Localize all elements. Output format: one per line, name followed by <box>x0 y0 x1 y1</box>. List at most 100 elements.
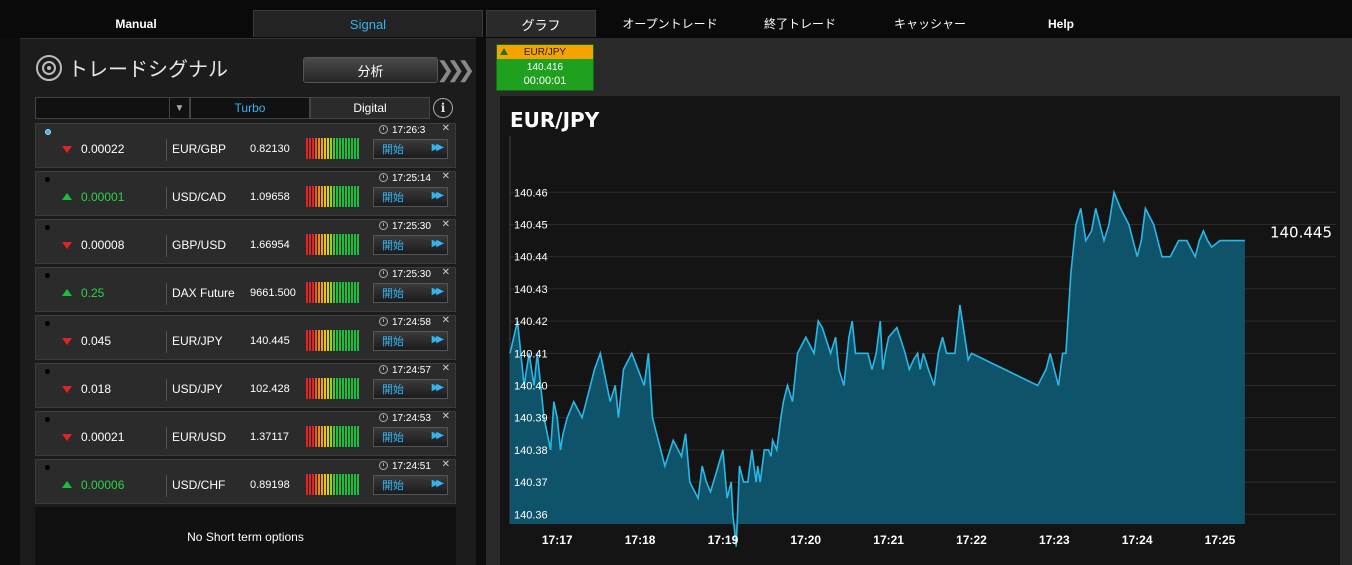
fast-forward-icon: ▶▶ <box>431 238 445 249</box>
strength-bar <box>324 426 326 447</box>
close-icon[interactable]: ✕ <box>442 171 450 182</box>
chart-title: EUR/JPY <box>510 108 600 132</box>
signal-row[interactable]: 17:25:30 ✕ 0.25 DAX Future 9661.500 開始 ▶▶ <box>35 267 456 312</box>
clock-icon <box>379 269 388 278</box>
down-arrow-icon <box>62 146 72 153</box>
fast-forward-icon: ▶▶ <box>431 430 445 441</box>
info-icon[interactable]: i <box>433 98 453 118</box>
status-dot <box>45 321 50 326</box>
strength-bar <box>354 138 356 159</box>
panel-title: トレードシグナル <box>36 53 228 82</box>
open-trade-button[interactable]: 開始 ▶▶ <box>373 187 448 207</box>
signal-row[interactable]: 17:25:30 ✕ 0.00008 GBP/USD 1.66954 開始 ▶▶ <box>35 219 456 264</box>
strength-bar <box>315 426 317 447</box>
asset-tile[interactable]: EUR/JPY 140.416 00:00:01 <box>496 44 594 91</box>
strength-bar <box>348 426 350 447</box>
open-trade-button[interactable]: 開始 ▶▶ <box>373 475 448 495</box>
tab-help[interactable]: Help <box>1035 10 1087 37</box>
chevron-down-icon: ▼ <box>169 98 189 118</box>
strength-meter <box>306 186 359 207</box>
strength-bar <box>321 186 323 207</box>
analyze-button[interactable]: 分析 <box>303 57 438 83</box>
close-icon[interactable]: ✕ <box>442 315 450 326</box>
open-trade-button[interactable]: 開始 ▶▶ <box>373 139 448 159</box>
open-trade-button[interactable]: 開始 ▶▶ <box>373 427 448 447</box>
strength-bar <box>318 138 320 159</box>
tab-manual[interactable]: Manual <box>96 10 176 37</box>
fast-forward-icon: ▶▶ <box>431 334 445 345</box>
signal-row[interactable]: 17:26:3 ✕ 0.00022 EUR/GBP 0.82130 開始 ▶▶ <box>35 123 456 168</box>
tab-turbo[interactable]: Turbo <box>190 97 310 119</box>
strength-bar <box>315 186 317 207</box>
signal-price: 140.445 <box>250 335 290 347</box>
strength-meter <box>306 426 359 447</box>
signal-time: 17:24:57 <box>392 365 431 376</box>
strength-bar <box>333 330 335 351</box>
close-icon[interactable]: ✕ <box>442 123 450 134</box>
strength-meter <box>306 138 359 159</box>
signal-row[interactable]: 17:24:57 ✕ 0.018 USD/JPY 102.428 開始 ▶▶ <box>35 363 456 408</box>
y-tick-label: 140.40 <box>514 381 548 393</box>
y-tick-label: 140.41 <box>514 348 548 360</box>
tab-digital[interactable]: Digital <box>310 97 430 119</box>
last-value-label: 140.445 <box>1270 224 1332 242</box>
signal-time: 17:24:51 <box>392 461 431 472</box>
strength-bar <box>330 330 332 351</box>
signal-pair: GBP/USD <box>172 238 227 252</box>
tab-graph[interactable]: グラフ <box>486 10 596 37</box>
signal-time: 17:25:30 <box>392 269 431 280</box>
strength-bar <box>351 426 353 447</box>
open-trade-button[interactable]: 開始 ▶▶ <box>373 331 448 351</box>
strength-bar <box>345 330 347 351</box>
signal-row[interactable]: 17:24:53 ✕ 0.00021 EUR/USD 1.37117 開始 ▶▶ <box>35 411 456 456</box>
close-icon[interactable]: ✕ <box>442 219 450 230</box>
strength-bar <box>309 474 311 495</box>
signal-row[interactable]: 17:25:14 ✕ 0.00001 USD/CAD 1.09658 開始 ▶▶ <box>35 171 456 216</box>
strength-bar <box>348 330 350 351</box>
strength-bar <box>345 138 347 159</box>
y-tick-label: 140.39 <box>514 413 548 425</box>
strength-bar <box>336 186 338 207</box>
strength-bar <box>339 186 341 207</box>
strength-bar <box>312 474 314 495</box>
tab-cashier[interactable]: キャッシャー <box>890 10 970 37</box>
strength-bar <box>309 426 311 447</box>
strength-bar <box>345 474 347 495</box>
close-icon[interactable]: ✕ <box>442 459 450 470</box>
strength-bar <box>309 282 311 303</box>
strength-bar <box>351 474 353 495</box>
tab-closed-trades[interactable]: 終了トレード <box>760 10 840 37</box>
strength-bar <box>348 138 350 159</box>
signal-strike: 0.00021 <box>81 430 125 444</box>
close-icon[interactable]: ✕ <box>442 411 450 422</box>
x-tick-label: 17:23 <box>1039 533 1070 547</box>
status-dot <box>45 465 50 470</box>
signal-pair: EUR/JPY <box>172 334 223 348</box>
y-tick-label: 140.45 <box>514 220 548 232</box>
strength-bar <box>336 378 338 399</box>
signal-row[interactable]: 17:24:51 ✕ 0.00006 USD/CHF 0.89198 開始 ▶▶ <box>35 459 456 504</box>
open-trade-button[interactable]: 開始 ▶▶ <box>373 235 448 255</box>
strength-bar <box>321 330 323 351</box>
close-icon[interactable]: ✕ <box>442 267 450 278</box>
asset-filter-select[interactable]: ▼ <box>35 97 190 119</box>
strength-meter <box>306 282 359 303</box>
strength-bar <box>312 138 314 159</box>
close-icon[interactable]: ✕ <box>442 363 450 374</box>
strength-bar <box>315 234 317 255</box>
down-arrow-icon <box>62 434 72 441</box>
open-trade-button[interactable]: 開始 ▶▶ <box>373 379 448 399</box>
strength-bar <box>339 474 341 495</box>
signal-strike: 0.00001 <box>81 190 125 204</box>
strength-bar <box>342 474 344 495</box>
tab-open-trades[interactable]: オープントレード <box>620 10 720 37</box>
strength-bar <box>357 426 359 447</box>
up-arrow-icon <box>62 193 72 200</box>
strength-bar <box>306 186 308 207</box>
open-trade-button[interactable]: 開始 ▶▶ <box>373 283 448 303</box>
strength-bar <box>345 378 347 399</box>
strength-bar <box>351 330 353 351</box>
signal-time: 17:25:14 <box>392 173 431 184</box>
tab-signal[interactable]: Signal <box>253 10 483 37</box>
signal-row[interactable]: 17:24:58 ✕ 0.045 EUR/JPY 140.445 開始 ▶▶ <box>35 315 456 360</box>
